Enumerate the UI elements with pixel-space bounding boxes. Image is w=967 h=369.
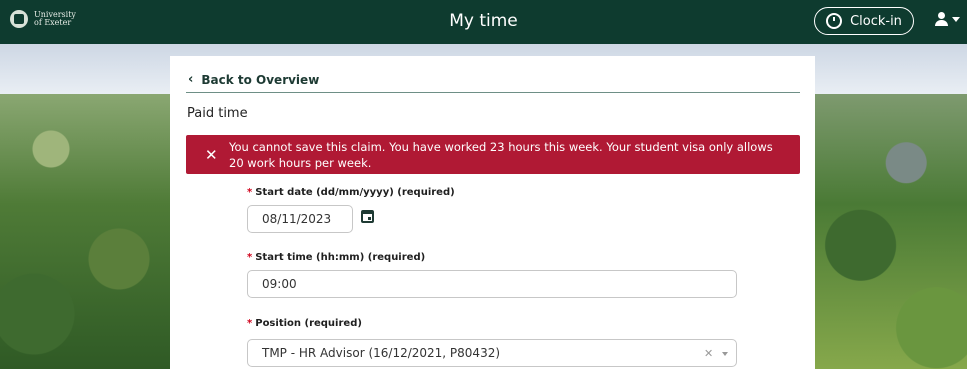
position-label: * Position (required) [247,318,362,329]
chevron-left-icon: ‹ [188,72,194,87]
chevron-down-icon [952,16,960,22]
start-time-input[interactable]: 09:00 [247,270,737,298]
select-controls: ✕ [704,347,729,360]
start-date-input[interactable]: 08/11/2023 [247,205,353,233]
landscape-right [815,94,967,369]
close-icon[interactable]: ✕ [205,147,218,163]
clear-icon[interactable]: ✕ [704,347,713,360]
calendar-icon[interactable] [361,210,374,223]
required-marker: * [247,252,253,263]
start-date-label: * Start date (dd/mm/yyyy) (required) [247,187,455,198]
top-bar: University of Exeter My time Clock-in [0,0,967,44]
clock-in-label: Clock-in [850,13,902,29]
alert-message: You cannot save this claim. You have wor… [229,140,773,170]
landscape-left [0,94,170,369]
chevron-down-icon[interactable] [722,351,729,356]
required-marker: * [247,187,253,198]
clock-in-button[interactable]: Clock-in [814,7,914,35]
section-title: Paid time [187,106,248,121]
position-select[interactable]: TMP - HR Advisor (16/12/2021, P80432) [247,339,737,367]
start-time-label: * Start time (hh:mm) (required) [247,252,426,263]
error-alert: ✕ You cannot save this claim. You have w… [186,135,800,174]
back-label: Back to Overview [201,72,320,87]
clock-icon [826,13,843,29]
back-to-overview-link[interactable]: ‹ Back to Overview [188,72,319,87]
user-menu[interactable] [935,12,960,26]
user-icon [935,12,948,26]
divider [186,92,800,93]
required-marker: * [247,318,253,329]
